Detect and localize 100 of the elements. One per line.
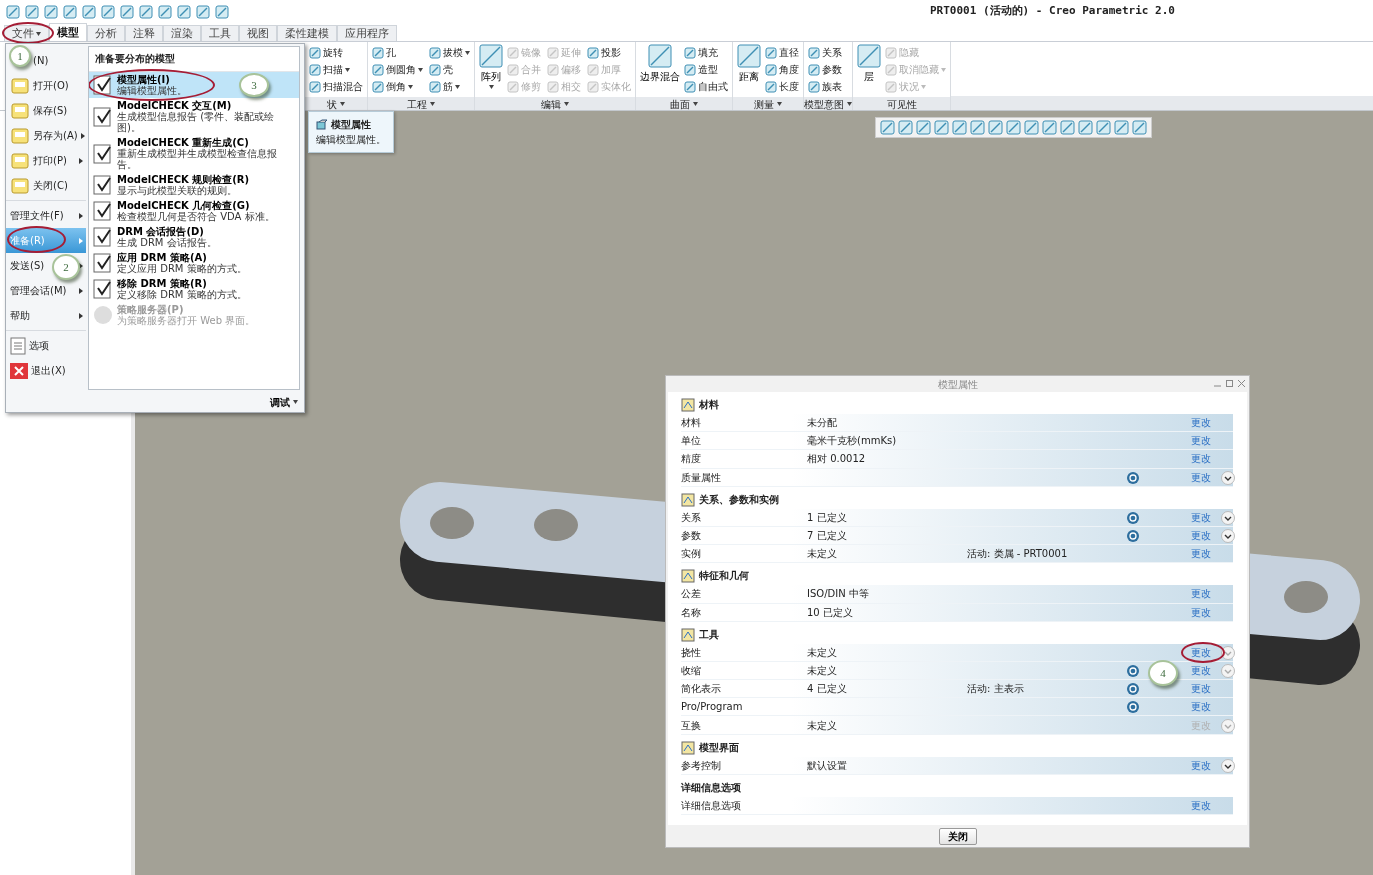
ribbon-tab[interactable]: 分析 [87, 25, 125, 41]
toolbar-button[interactable] [1077, 119, 1094, 136]
ribbon-button[interactable]: 长度 [765, 78, 799, 95]
ribbon-button[interactable]: 扫描混合 [309, 78, 363, 95]
change-link[interactable]: 更改 [1191, 415, 1211, 431]
ribbon-button[interactable]: 边界混合 [640, 44, 680, 95]
toolbar-button[interactable] [158, 5, 172, 19]
ribbon-button[interactable]: 旋转 [309, 44, 363, 61]
toolbar-button[interactable] [969, 119, 986, 136]
change-link[interactable]: 更改 [1191, 451, 1211, 467]
help-icon[interactable] [1127, 511, 1139, 524]
ribbon-group-label[interactable]: 工程 [368, 97, 474, 110]
ribbon-tab[interactable]: 应用程序 [337, 25, 397, 41]
toolbar-button[interactable] [63, 5, 77, 19]
menu-item[interactable]: 打印(P) [6, 148, 86, 173]
change-link[interactable]: 更改 [1191, 528, 1211, 544]
ribbon-button[interactable]: 直径 [765, 44, 799, 61]
maximize-icon[interactable] [1226, 380, 1233, 387]
ribbon-button[interactable]: 投影 [587, 44, 631, 61]
change-link[interactable]: 更改 [1191, 681, 1211, 697]
menu-item[interactable]: 模型属性(I) 编辑模型属性。 3 [89, 72, 299, 98]
change-link[interactable]: 更改 [1191, 797, 1211, 813]
ribbon-button[interactable]: 倒角 [372, 78, 423, 95]
change-link[interactable]: 更改 [1191, 433, 1211, 449]
menu-item[interactable]: ModelCHECK 交互(M) 生成模型信息报告 (零件、装配或绘图)。 [89, 98, 299, 135]
toolbar-button[interactable] [101, 5, 115, 19]
change-link[interactable]: 更改 [1191, 509, 1211, 525]
toolbar-button[interactable] [1005, 119, 1022, 136]
menu-item[interactable]: 管理文件(F) [6, 203, 86, 228]
ribbon-button[interactable]: 关系 [808, 44, 842, 61]
ribbon-button[interactable]: 层 [857, 44, 881, 95]
toolbar-button[interactable] [1095, 119, 1112, 136]
help-icon[interactable] [1127, 701, 1139, 714]
change-link[interactable]: 更改 [1191, 469, 1211, 485]
toolbar-button[interactable] [177, 5, 191, 19]
change-link[interactable]: 更改 [1191, 757, 1211, 773]
ribbon-tab[interactable]: 注释 [125, 25, 163, 41]
change-link[interactable]: 更改 [1191, 546, 1211, 562]
menu-button[interactable]: 调试 [270, 394, 298, 410]
menu-item[interactable]: 退出(X) [6, 358, 86, 383]
ribbon-tab[interactable]: 渲染 [163, 25, 201, 41]
expand-icon[interactable] [1221, 758, 1235, 773]
toolbar-button[interactable] [120, 5, 134, 19]
menu-item[interactable]: 关闭(C) [6, 173, 86, 198]
change-link[interactable]: 更改 [1181, 641, 1225, 663]
ribbon-button[interactable]: 倒圆角 [372, 61, 423, 78]
toolbar-button[interactable] [1041, 119, 1058, 136]
ribbon-button[interactable]: 扫描 [309, 61, 363, 78]
ribbon-tab[interactable]: 模型 [49, 23, 87, 41]
ribbon-group-label[interactable]: 模型意图 [804, 97, 852, 110]
toolbar-button[interactable] [215, 5, 229, 19]
expand-icon[interactable] [1221, 510, 1235, 525]
ribbon-button[interactable]: 自由式 [684, 78, 728, 95]
ribbon-button[interactable]: 壳 [429, 61, 470, 78]
help-icon[interactable] [1127, 664, 1139, 677]
toolbar-button[interactable] [1131, 119, 1148, 136]
ribbon-button[interactable]: 族表 [808, 78, 842, 95]
toolbar-button[interactable] [25, 5, 39, 19]
ribbon-button[interactable]: 参数 [808, 61, 842, 78]
menu-item[interactable]: ModelCHECK 规则检查(R) 显示与此模型关联的规则。 [89, 172, 299, 198]
menu-item[interactable]: 应用 DRM 策略(A) 定义应用 DRM 策略的方式。 [89, 250, 299, 276]
ribbon-button[interactable]: 阵列 [479, 44, 503, 95]
menu-item[interactable]: 1 (N) [6, 48, 86, 73]
ribbon-button[interactable]: 填充 [684, 44, 728, 61]
ribbon-button[interactable]: 孔 [372, 44, 423, 61]
menu-item[interactable]: 移除 DRM 策略(R) 定义移除 DRM 策略的方式。 [89, 276, 299, 302]
menu-item[interactable]: DRM 会话报告(D) 生成 DRM 会话报告。 [89, 224, 299, 250]
ribbon-button[interactable]: 距离 [737, 44, 761, 95]
close-button[interactable]: 关闭 [938, 827, 977, 845]
menu-item[interactable]: ModelCHECK 几何检查(G) 检查模型几何是否符合 VDA 标准。 [89, 198, 299, 224]
ribbon-button[interactable]: 拔模 [429, 44, 470, 61]
toolbar-button[interactable] [82, 5, 96, 19]
ribbon-tab[interactable]: 工具 [201, 25, 239, 41]
menu-item[interactable]: 打开(O) [6, 73, 86, 98]
toolbar-button[interactable] [6, 5, 20, 19]
menu-item[interactable]: 管理会话(M) [6, 278, 86, 303]
help-icon[interactable] [1127, 530, 1139, 543]
toolbar-button[interactable] [915, 119, 932, 136]
expand-icon[interactable] [1221, 470, 1235, 485]
toolbar-button[interactable] [1113, 119, 1130, 136]
ribbon-group-label[interactable]: 编辑 [475, 97, 635, 110]
toolbar-button[interactable] [196, 5, 210, 19]
change-link[interactable]: 更改 [1191, 699, 1211, 715]
help-icon[interactable] [1127, 683, 1139, 696]
toolbar-button[interactable] [1023, 119, 1040, 136]
change-link[interactable]: 更改 [1191, 604, 1211, 620]
ribbon-group-label[interactable]: 曲面 [636, 97, 732, 110]
toolbar-button[interactable] [1059, 119, 1076, 136]
ribbon-tab[interactable]: 柔性建模 [277, 25, 337, 41]
ribbon-tab[interactable]: 视图 [239, 25, 277, 41]
toolbar-button[interactable] [139, 5, 153, 19]
menu-item[interactable]: 保存(S) [6, 98, 86, 123]
help-icon[interactable] [1127, 471, 1139, 484]
ribbon-group-label[interactable]: 测量 [733, 97, 803, 110]
toolbar-button[interactable] [951, 119, 968, 136]
menu-item[interactable]: 帮助 [6, 303, 86, 328]
menu-item[interactable]: 选项 [6, 333, 86, 358]
toolbar-button[interactable] [987, 119, 1004, 136]
close-icon[interactable] [1238, 380, 1245, 387]
ribbon-button[interactable]: 角度 [765, 61, 799, 78]
